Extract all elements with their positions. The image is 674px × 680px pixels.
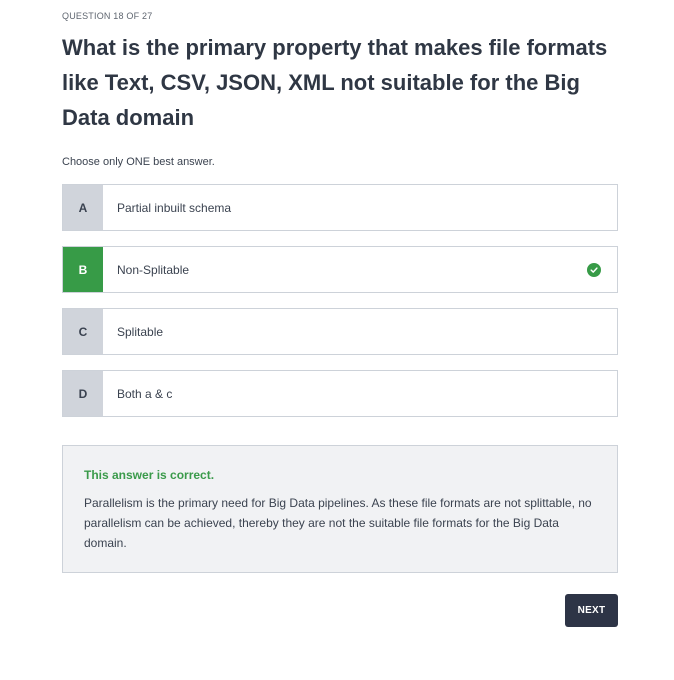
- feedback-panel: This answer is correct. Parallelism is t…: [62, 445, 618, 573]
- answer-instruction: Choose only ONE best answer.: [62, 156, 215, 168]
- answer-options: A Partial inbuilt schema B Non-Splitable…: [62, 184, 618, 432]
- option-c[interactable]: C Splitable: [62, 308, 618, 355]
- option-letter: B: [63, 247, 103, 292]
- question-title: What is the primary property that makes …: [62, 35, 608, 130]
- option-letter: D: [63, 371, 103, 416]
- option-label: Splitable: [117, 324, 164, 339]
- feedback-explanation: Parallelism is the primary need for Big …: [84, 496, 592, 550]
- option-letter: C: [63, 309, 103, 354]
- option-label: Both a & c: [117, 386, 173, 401]
- option-label: Partial inbuilt schema: [117, 200, 232, 215]
- next-button[interactable]: NEXT: [565, 594, 618, 627]
- question-counter: QUESTION 18 OF 27: [62, 11, 153, 21]
- option-letter: A: [63, 185, 103, 230]
- option-a[interactable]: A Partial inbuilt schema: [62, 184, 618, 231]
- feedback-title: This answer is correct.: [84, 468, 215, 482]
- check-circle-icon: [587, 262, 601, 277]
- option-label: Non-Splitable: [117, 262, 190, 277]
- option-d[interactable]: D Both a & c: [62, 370, 618, 417]
- option-b[interactable]: B Non-Splitable: [62, 246, 618, 293]
